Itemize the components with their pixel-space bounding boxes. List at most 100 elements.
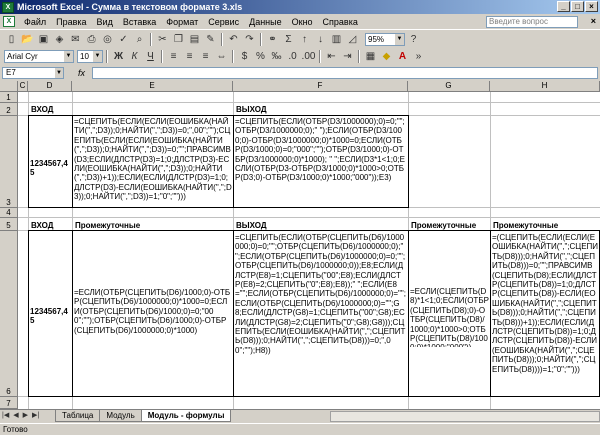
formula-input[interactable] (92, 67, 598, 79)
font-size-select[interactable]: 10 ▼ (77, 50, 103, 63)
spelling-icon[interactable]: ✓ (116, 33, 131, 47)
new-file-icon[interactable]: ▯ (4, 33, 19, 47)
menu-insert[interactable]: Вставка (118, 17, 161, 27)
sort-ascending-icon[interactable]: ↑ (297, 33, 312, 47)
align-right-icon[interactable]: ≡ (198, 50, 213, 64)
align-center-icon[interactable]: ≡ (182, 50, 197, 64)
row-header-4[interactable]: 4 (0, 208, 18, 218)
fill-color-icon[interactable]: ◆ (379, 50, 394, 64)
copy-icon[interactable]: ❐ (171, 33, 186, 47)
print-preview-icon[interactable]: ◎ (100, 33, 115, 47)
underline-icon[interactable]: Ч (143, 50, 158, 64)
borders-icon[interactable]: ▦ (363, 50, 378, 64)
drawing-icon[interactable]: ◿ (345, 33, 360, 47)
last-sheet-icon[interactable]: ▶| (32, 410, 39, 422)
autosum-icon[interactable]: Σ (281, 33, 296, 47)
select-all-button[interactable] (0, 81, 18, 92)
column-header-e[interactable]: E (72, 81, 233, 92)
chevron-down-icon[interactable]: ▼ (55, 68, 63, 78)
increase-indent-icon[interactable]: ⇥ (340, 50, 355, 64)
cell-g5[interactable]: Промежуточные (411, 221, 489, 230)
row-header-6[interactable]: 6 (0, 231, 18, 397)
cell-d3[interactable]: 1234567,45 (30, 159, 72, 178)
fx-icon[interactable]: fx (78, 68, 85, 78)
workbook-icon[interactable]: X (3, 16, 15, 27)
merge-center-icon[interactable]: ⇔ (214, 50, 229, 64)
decrease-decimal-icon[interactable]: .00 (301, 50, 316, 64)
row-header-1[interactable]: 1 (0, 92, 18, 103)
research-icon[interactable]: ⌕ (132, 33, 147, 47)
open-folder-icon[interactable]: 📂 (20, 33, 35, 47)
cell-h6[interactable]: =(СЦЕПИТЬ(ЕСЛИ(ЕСЛИ(ЕОШИБКА(НАЙТИ(",";СЦ… (492, 233, 599, 395)
menu-file[interactable]: Файл (19, 17, 51, 27)
decrease-indent-icon[interactable]: ⇤ (324, 50, 339, 64)
hyperlink-icon[interactable]: ⚭ (265, 33, 280, 47)
email-icon[interactable]: ✉ (68, 33, 83, 47)
cell-f5[interactable]: ВЫХОД (236, 221, 406, 230)
sort-descending-icon[interactable]: ↓ (313, 33, 328, 47)
cell-f3[interactable]: =СЦЕПИТЬ(ЕСЛИ(ОТБР(D3/1000000);0)=0;"";О… (235, 117, 406, 207)
thousands-icon[interactable]: ‰ (269, 50, 284, 64)
cell-d5[interactable]: ВХОД (31, 221, 71, 230)
cut-icon[interactable]: ✂ (155, 33, 170, 47)
percent-icon[interactable]: % (253, 50, 268, 64)
name-box[interactable]: E7 ▼ (2, 67, 64, 79)
column-header-g[interactable]: G (408, 81, 490, 92)
chart-wizard-icon[interactable]: ▥ (329, 33, 344, 47)
column-header-d[interactable]: D (28, 81, 72, 92)
format-painter-icon[interactable]: ✎ (203, 33, 218, 47)
undo-icon[interactable]: ↶ (226, 33, 241, 47)
currency-icon[interactable]: $ (237, 50, 252, 64)
row-header-3[interactable]: 3 (0, 116, 18, 208)
menu-format[interactable]: Формат (161, 17, 203, 27)
row-header-2[interactable]: 2 (0, 103, 18, 116)
cell-f6[interactable]: =СЦЕПИТЬ(ЕСЛИ(ОТБР(СЦЕПИТЬ(D6)/1000000;0… (235, 233, 406, 395)
chevron-down-icon[interactable]: ▼ (64, 51, 73, 62)
worksheet-grid[interactable]: C D E F G H 1 2 3 4 5 6 7 ВХОД ВЫХОД 123… (0, 81, 600, 409)
chevron-down-icon[interactable]: ▼ (395, 34, 404, 45)
column-header-c[interactable]: C (18, 81, 28, 92)
sheet-tab-module[interactable]: Модуль (99, 410, 142, 422)
save-icon[interactable]: ▣ (36, 33, 51, 47)
sheet-tab-table[interactable]: Таблица (55, 410, 101, 422)
bold-icon[interactable]: Ж (111, 50, 126, 64)
chevron-down-icon[interactable]: ▼ (93, 51, 102, 62)
cell-g6[interactable]: =ЕСЛИ(СЦЕПИТЬ(D8)*1<1;0;ЕСЛИ(ОТБР(СЦЕПИТ… (410, 287, 489, 347)
paste-icon[interactable]: ▤ (187, 33, 202, 47)
cell-d2[interactable]: ВХОД (31, 105, 71, 114)
cell-d6[interactable]: 1234567,45 (30, 307, 72, 326)
column-header-h[interactable]: H (490, 81, 600, 92)
print-icon[interactable]: ⎙ (84, 33, 99, 47)
menu-view[interactable]: Вид (92, 17, 118, 27)
excel-icon[interactable]: X (2, 1, 14, 13)
sheet-tab-module-formulas[interactable]: Модуль - формулы (140, 410, 232, 422)
italic-icon[interactable]: К (127, 50, 142, 64)
close-button[interactable]: × (585, 1, 598, 12)
prev-sheet-icon[interactable]: ◀ (13, 410, 18, 422)
align-left-icon[interactable]: ≡ (166, 50, 181, 64)
next-sheet-icon[interactable]: ▶ (23, 410, 28, 422)
row-header-7[interactable]: 7 (0, 397, 18, 409)
font-color-icon[interactable]: A (395, 50, 410, 64)
cell-e3[interactable]: =СЦЕПИТЬ(ЕСЛИ(ЕСЛИ(ЕОШИБКА(НАЙТИ(",";D3)… (74, 117, 232, 207)
menu-tools[interactable]: Сервис (203, 17, 244, 27)
cell-f2[interactable]: ВЫХОД (236, 105, 396, 114)
help-search-input[interactable]: Введите вопрос (486, 16, 578, 28)
row-header-5[interactable]: 5 (0, 218, 18, 231)
cell-e5[interactable]: Промежуточные (75, 221, 230, 230)
redo-icon[interactable]: ↷ (242, 33, 257, 47)
toolbar-options-icon[interactable]: » (411, 50, 426, 64)
increase-decimal-icon[interactable]: .0 (285, 50, 300, 64)
menu-data[interactable]: Данные (244, 17, 287, 27)
font-name-select[interactable]: Arial Cyr ▼ (4, 50, 74, 63)
zoom-select[interactable]: 95% ▼ (365, 33, 405, 46)
first-sheet-icon[interactable]: |◀ (2, 410, 9, 422)
close-workbook-icon[interactable]: × (591, 16, 596, 26)
cell-h5[interactable]: Промежуточные (493, 221, 598, 230)
menu-window[interactable]: Окно (287, 17, 318, 27)
minimize-button[interactable]: _ (557, 1, 570, 12)
menu-edit[interactable]: Правка (51, 17, 91, 27)
horizontal-scrollbar[interactable] (330, 411, 600, 422)
cell-e6[interactable]: =ЕСЛИ(ОТБР(СЦЕПИТЬ(D6)/1000;0)-ОТБР(СЦЕП… (74, 288, 232, 338)
help-icon[interactable]: ? (406, 33, 421, 47)
